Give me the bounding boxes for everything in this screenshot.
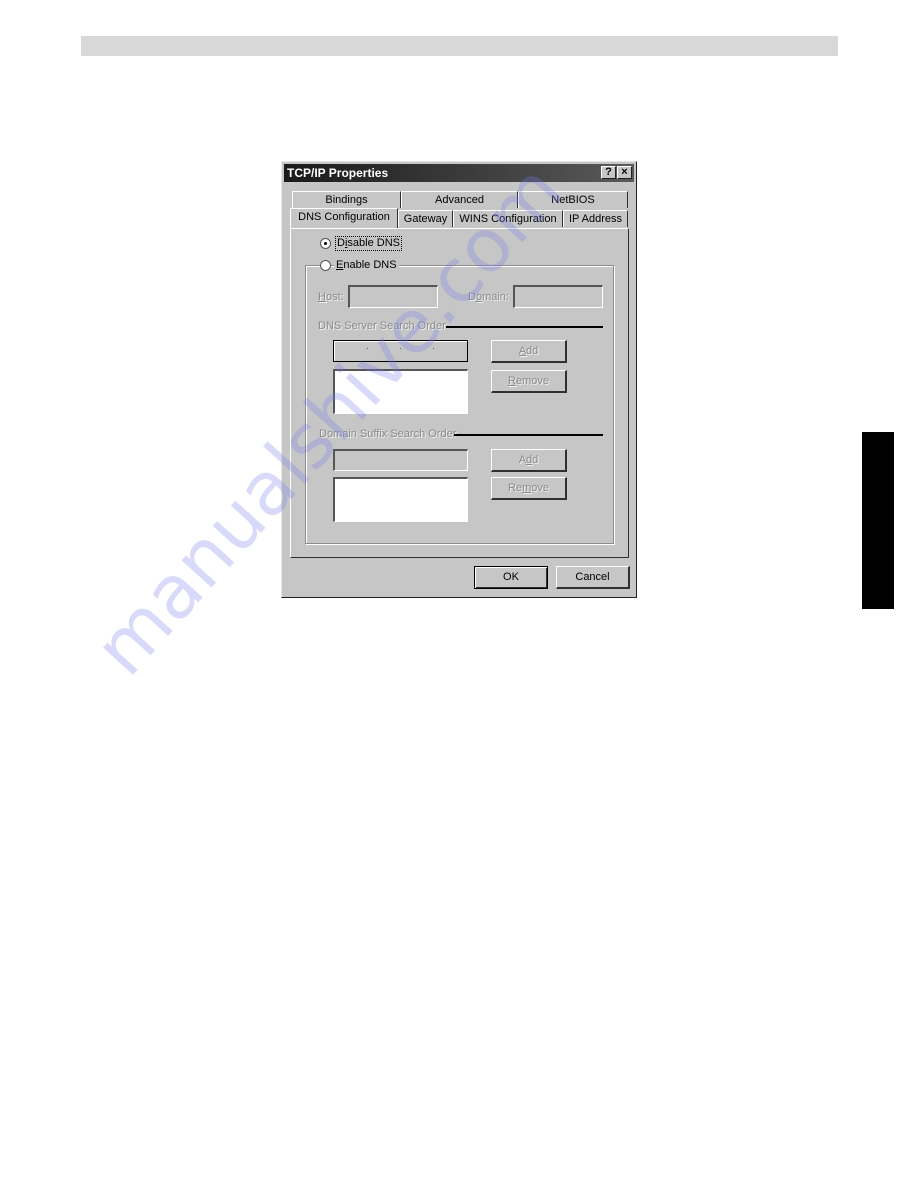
- help-icon: ?: [605, 166, 612, 178]
- ip-dot: .: [366, 341, 369, 352]
- domain-label: Domain:: [468, 291, 509, 303]
- domain-suffix-list[interactable]: [333, 477, 468, 522]
- page-header-bar: [81, 36, 838, 56]
- dns-add-button[interactable]: Add: [491, 340, 567, 363]
- chapter-side-tab: [862, 432, 894, 609]
- domain-suffix-input[interactable]: [333, 449, 468, 471]
- tab-netbios[interactable]: NetBIOS: [518, 191, 628, 208]
- dns-server-list[interactable]: [333, 369, 468, 414]
- suffix-remove-button[interactable]: Remove: [491, 477, 567, 500]
- dns-server-ip-input[interactable]: . . .: [333, 340, 468, 362]
- close-icon: ×: [621, 166, 628, 178]
- tab-ip-address[interactable]: IP Address: [563, 210, 628, 227]
- disable-dns-radio[interactable]: [320, 238, 331, 249]
- tcpip-properties-dialog: TCP/IP Properties ? × Bindings Advanced …: [281, 161, 637, 598]
- enable-dns-label[interactable]: Enable DNS: [334, 259, 399, 272]
- disable-dns-label[interactable]: Disable DNS: [335, 236, 402, 251]
- title-bar: TCP/IP Properties ? ×: [284, 164, 634, 182]
- tab-advanced[interactable]: Advanced: [401, 191, 518, 208]
- dns-server-search-order-label: DNS Server Search Order: [318, 320, 446, 332]
- section-divider: [446, 326, 603, 328]
- tab-bindings[interactable]: Bindings: [292, 191, 401, 208]
- dns-remove-button[interactable]: Remove: [491, 370, 567, 393]
- domain-input[interactable]: [513, 285, 603, 308]
- host-label: Host:: [318, 291, 344, 303]
- ip-dot: .: [432, 341, 435, 352]
- dialog-title: TCP/IP Properties: [287, 166, 389, 180]
- tab-dns-configuration[interactable]: DNS Configuration: [290, 208, 398, 228]
- cancel-button[interactable]: Cancel: [556, 566, 630, 589]
- ip-dot: .: [399, 341, 402, 352]
- section-divider: [454, 434, 603, 436]
- domain-suffix-search-order-label: Domain Suffix Search Order: [319, 428, 457, 440]
- suffix-add-button[interactable]: Add: [491, 449, 567, 472]
- host-input[interactable]: [348, 285, 438, 308]
- dns-configuration-panel: Disable DNS Enable DNS Host: Domain: DNS…: [290, 228, 629, 558]
- close-button[interactable]: ×: [617, 166, 632, 179]
- help-button[interactable]: ?: [601, 166, 616, 179]
- enable-dns-radio[interactable]: [320, 260, 331, 271]
- ok-button[interactable]: OK: [474, 566, 548, 589]
- tab-wins-configuration[interactable]: WINS Configuration: [453, 210, 563, 227]
- tab-gateway[interactable]: Gateway: [398, 210, 453, 227]
